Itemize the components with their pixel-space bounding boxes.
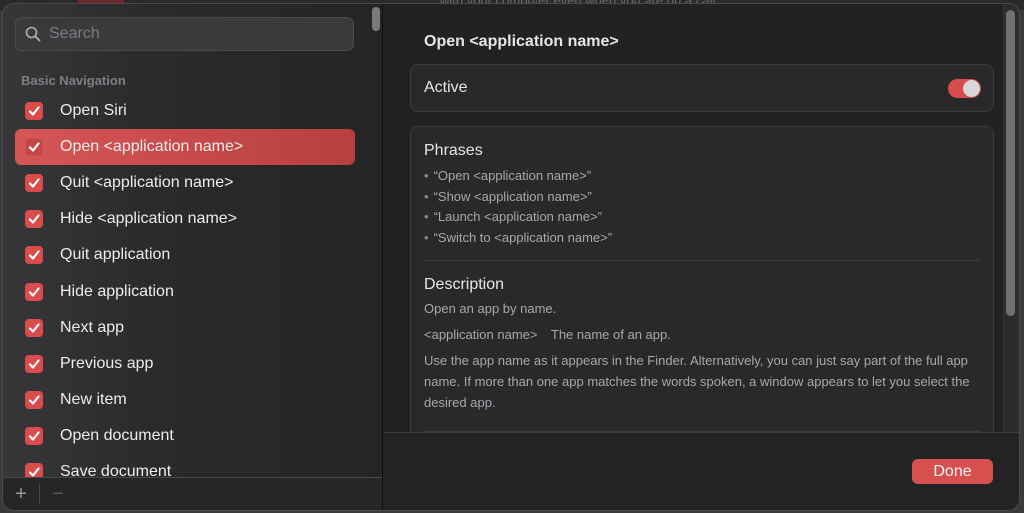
command-label: Open Siri xyxy=(60,102,127,120)
command-label: New item xyxy=(60,390,127,408)
checkmark-icon xyxy=(28,431,40,441)
checkmark-icon xyxy=(28,359,40,369)
command-checkbox[interactable] xyxy=(25,390,43,409)
voice-control-commands-window: Basic Navigation Open Siri Open <applica… xyxy=(2,3,1020,511)
section-title: Basic Navigation xyxy=(21,73,126,88)
command-label: Open <application name> xyxy=(60,138,244,156)
checkmark-icon xyxy=(28,395,40,405)
command-item-previous-app[interactable]: Previous app xyxy=(15,346,355,382)
command-checkbox[interactable] xyxy=(25,174,43,193)
command-checkbox[interactable] xyxy=(25,210,43,229)
checkmark-icon xyxy=(28,106,40,116)
description-section: Description Open an app by name. <applic… xyxy=(424,276,984,413)
phrases-list: “Open <application name>” “Show <applica… xyxy=(424,166,612,248)
phrase-item: “Launch <application name>” xyxy=(424,207,612,228)
checkmark-icon xyxy=(28,323,40,333)
command-item-hide-application[interactable]: Hide application xyxy=(15,273,355,309)
command-list: Open Siri Open <application name> Quit <… xyxy=(15,93,355,479)
command-label: Open document xyxy=(60,426,174,444)
command-checkbox[interactable] xyxy=(25,354,43,373)
phrase-item: “Show <application name>” xyxy=(424,187,612,208)
done-button[interactable]: Done xyxy=(912,459,993,484)
detail-scrollbar-track[interactable] xyxy=(1003,4,1019,434)
command-checkbox[interactable] xyxy=(25,318,43,337)
command-item-next-app[interactable]: Next app xyxy=(15,310,355,346)
command-item-open-siri[interactable]: Open Siri xyxy=(15,93,355,129)
checkmark-icon xyxy=(28,286,40,297)
command-item-open-application[interactable]: Open <application name> xyxy=(15,129,355,166)
description-summary: Open an app by name. xyxy=(424,301,557,316)
active-label: Active xyxy=(424,79,468,96)
command-label: Next app xyxy=(60,318,125,336)
checkmark-icon xyxy=(28,214,40,224)
command-info-card: Phrases “Open <application name>” “Show … xyxy=(410,126,994,446)
command-detail-pane: Open <application name> Active Phrases “… xyxy=(384,4,1019,510)
command-item-hide-application-name[interactable]: Hide <application name> xyxy=(15,201,355,237)
search-icon xyxy=(25,26,41,42)
command-item-quit-application-name[interactable]: Quit <application name> xyxy=(15,165,355,201)
sidebar-footer: + − xyxy=(3,477,382,510)
add-command-button[interactable]: + xyxy=(3,478,39,510)
phrases-section: Phrases “Open <application name>” “Show … xyxy=(424,142,612,248)
command-label: Quit <application name> xyxy=(60,174,234,192)
phrase-item: “Switch to <application name>” xyxy=(424,228,612,249)
commands-sidebar: Basic Navigation Open Siri Open <applica… xyxy=(3,4,383,510)
parameter-name: <application name> xyxy=(424,327,538,342)
command-item-new-item[interactable]: New item xyxy=(15,382,355,418)
description-heading: Description xyxy=(424,276,505,293)
command-item-save-document[interactable]: Save document xyxy=(15,454,355,479)
command-item-quit-application[interactable]: Quit application xyxy=(15,237,355,273)
detail-footer: Done xyxy=(384,432,1019,510)
detail-title: Open <application name> xyxy=(424,33,619,50)
toggle-knob xyxy=(963,80,980,97)
description-note: Use the app name as it appears in the Fi… xyxy=(424,353,970,410)
command-label: Hide <application name> xyxy=(60,210,238,228)
section-divider xyxy=(424,260,981,261)
parameter-description: The name of an app. xyxy=(550,327,671,342)
command-checkbox[interactable] xyxy=(25,102,43,121)
checkmark-icon xyxy=(28,142,40,152)
command-label: Hide application xyxy=(60,282,174,300)
command-item-open-document[interactable]: Open document xyxy=(15,418,355,454)
command-checkbox[interactable] xyxy=(25,246,43,265)
sidebar-scrollbar[interactable] xyxy=(372,7,380,31)
phrase-item: “Open <application name>” xyxy=(424,166,612,187)
command-checkbox[interactable] xyxy=(25,426,43,445)
checkmark-icon xyxy=(28,178,40,188)
command-label: Quit application xyxy=(60,246,171,264)
search-field[interactable] xyxy=(15,17,354,51)
phrases-heading: Phrases xyxy=(424,142,483,159)
search-input[interactable] xyxy=(49,25,329,43)
remove-command-button[interactable]: − xyxy=(40,478,76,510)
command-checkbox[interactable] xyxy=(25,282,43,301)
parameter-row: <application name> The name of an app. xyxy=(424,324,984,345)
active-toggle[interactable] xyxy=(948,79,981,98)
checkmark-icon xyxy=(28,250,40,261)
active-row: Active xyxy=(410,64,994,112)
command-label: Previous app xyxy=(60,354,154,372)
detail-scrollbar-thumb[interactable] xyxy=(1006,10,1015,316)
command-checkbox[interactable] xyxy=(25,138,43,157)
